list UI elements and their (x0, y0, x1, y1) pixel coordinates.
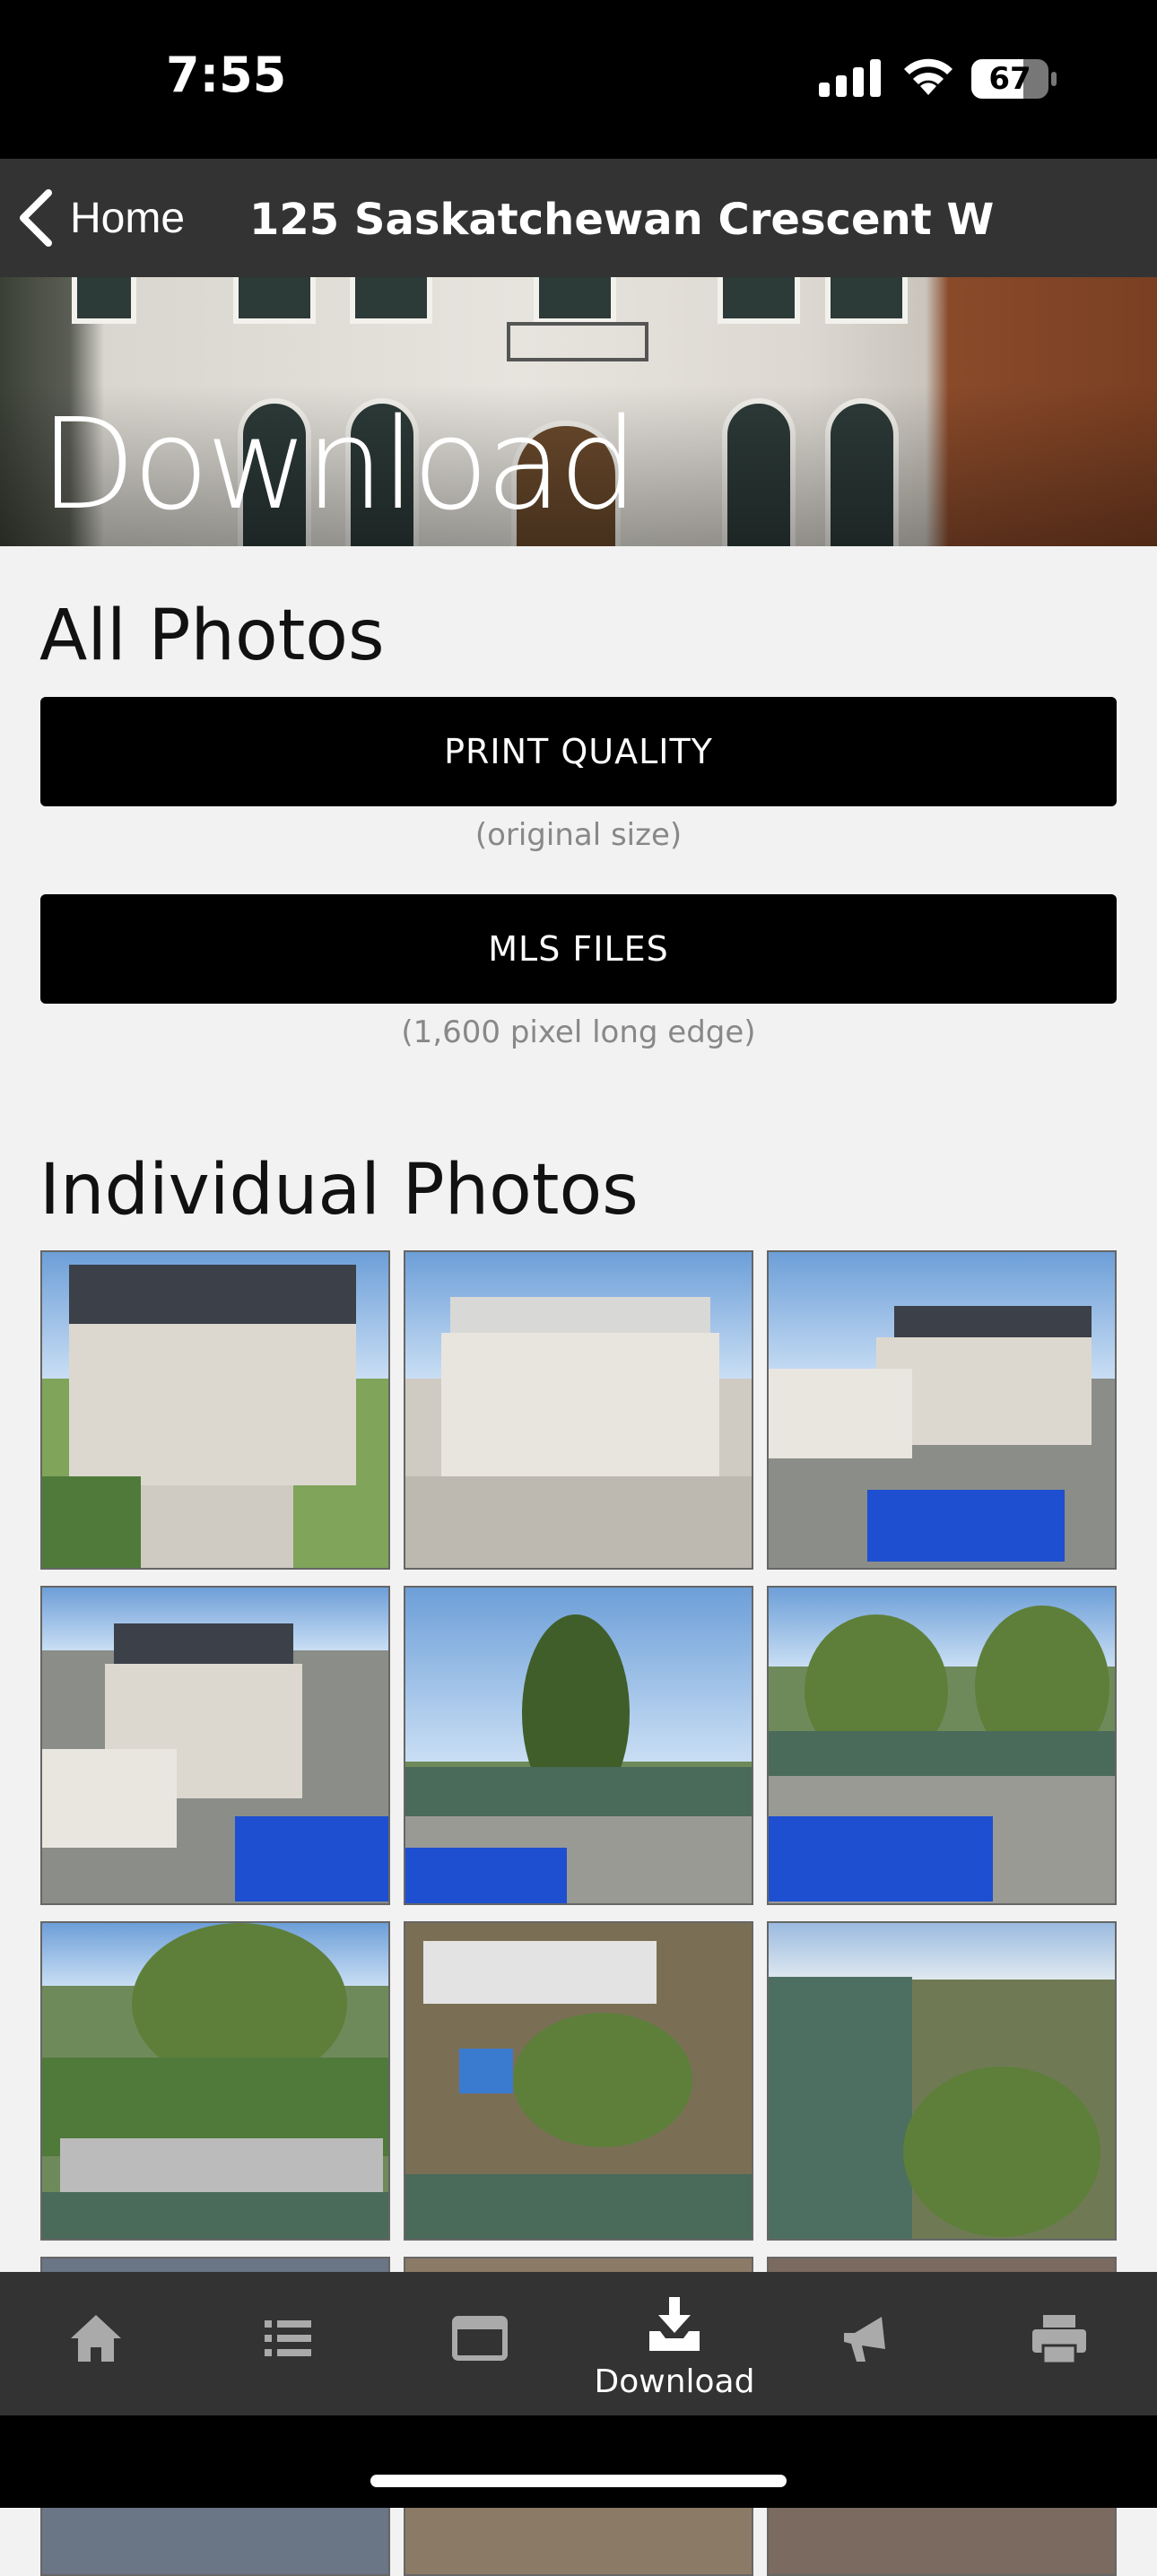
cellular-signal-icon (819, 59, 881, 97)
back-label: Home (70, 194, 186, 242)
individual-photos-heading: Individual Photos (39, 1150, 639, 1231)
mls-files-caption: (1,600 pixel long edge) (401, 1014, 756, 1050)
list-icon (265, 2320, 311, 2356)
navigation-bar: Home 125 Saskatchewan Crescent W (0, 159, 1157, 277)
back-button[interactable]: Home (16, 186, 185, 250)
status-time: 7:55 (166, 47, 287, 103)
battery-icon: 67 (971, 59, 1057, 99)
status-bar: 7:55 67 (0, 0, 1157, 159)
tab-print[interactable] (963, 2272, 1155, 2415)
tab-download[interactable]: Download (578, 2272, 770, 2415)
hero-banner: Download (0, 277, 1157, 546)
print-quality-button[interactable]: PRINT QUALITY (40, 697, 1117, 806)
photo-thumbnail[interactable] (404, 1586, 753, 1905)
photo-thumbnail[interactable] (40, 1250, 390, 1570)
photo-thumbnail[interactable] (404, 1250, 753, 1570)
all-photos-heading: All Photos (39, 596, 385, 676)
tab-home[interactable] (0, 2272, 192, 2415)
hero-title: Download (39, 392, 639, 538)
tab-bar: Download (0, 2272, 1157, 2415)
megaphone-icon (844, 2317, 885, 2362)
home-indicator-area (0, 2415, 1157, 2508)
battery-percent: 67 (988, 61, 1031, 97)
wifi-icon (904, 58, 953, 95)
photo-thumbnail[interactable] (767, 1586, 1117, 1905)
page-title: 125 Saskatchewan Crescent W (249, 195, 995, 245)
mls-files-button[interactable]: MLS FILES (40, 894, 1117, 1004)
photo-thumbnail[interactable] (767, 1250, 1117, 1570)
chevron-left-icon (20, 189, 52, 247)
photo-thumbnail[interactable] (40, 1921, 390, 2241)
tab-list[interactable] (192, 2272, 384, 2415)
tab-browser[interactable] (384, 2272, 576, 2415)
home-indicator[interactable] (370, 2475, 787, 2487)
printer-icon (1032, 2315, 1086, 2365)
home-icon (71, 2315, 121, 2362)
download-icon (649, 2297, 700, 2351)
tab-marketing[interactable] (771, 2272, 963, 2415)
browser-icon (452, 2316, 508, 2361)
print-quality-caption: (original size) (474, 817, 683, 853)
photo-thumbnail[interactable] (767, 1921, 1117, 2241)
photo-thumbnail[interactable] (40, 1586, 390, 1905)
photo-thumbnail[interactable] (404, 1921, 753, 2241)
tab-download-label: Download (594, 2363, 755, 2400)
